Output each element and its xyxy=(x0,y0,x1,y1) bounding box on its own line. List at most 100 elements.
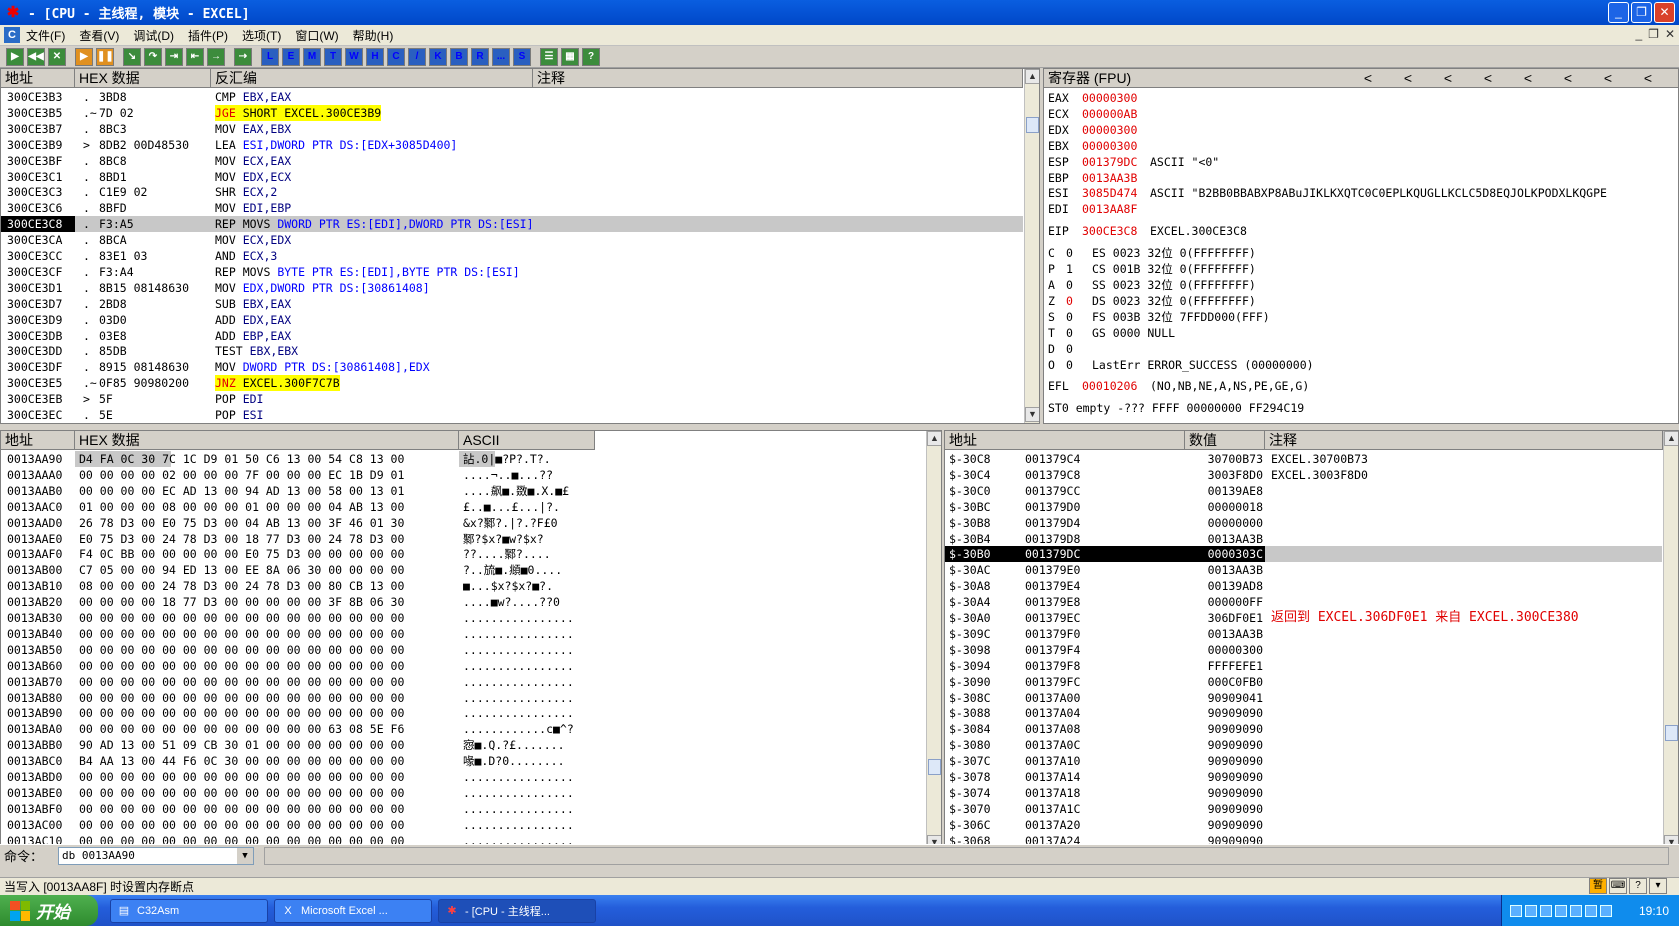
stack-row[interactable]: $-3084 00137A08 90909090 xyxy=(945,721,1662,737)
flag-row[interactable]: Z 0 DS 0023 32位 0(FFFFFFFF) xyxy=(1044,293,1256,309)
toolbar-button[interactable]: ▶ xyxy=(75,47,93,66)
disasm-row[interactable]: 300CE3DF. 8915 08148630 MOV DWORD PTR DS:[… xyxy=(1,359,1023,375)
scroll-left-arrow[interactable]: < xyxy=(1428,69,1468,87)
disasm-row[interactable]: 300CE3C3. C1E9 02 SHR ECX,2 xyxy=(1,184,1023,200)
toolbar-button[interactable]: ⇤ xyxy=(186,47,204,66)
dump-row[interactable]: 0013AAC0 01 00 00 00 08 00 00 00 01 00 00… xyxy=(1,499,595,515)
register-value[interactable]: 0013AA3B xyxy=(1082,170,1150,186)
minimize-button[interactable]: _ xyxy=(1608,2,1629,23)
register-value[interactable]: 001379DC xyxy=(1082,154,1150,170)
dump-row[interactable]: 0013AAB0 00 00 00 00 EC AD 13 00 94 AD 13… xyxy=(1,483,595,499)
toolbar-button[interactable]: ↷ xyxy=(144,47,162,66)
dump-row[interactable]: 0013AB10 08 00 00 00 24 78 D3 00 24 78 D3… xyxy=(1,578,595,594)
toolbar-button[interactable]: ❚❚ xyxy=(96,47,114,66)
flag-value[interactable]: 0 xyxy=(1066,357,1092,373)
stack-row[interactable]: $-30B4 001379D8 0013AA3B xyxy=(945,531,1662,547)
col-comment[interactable]: 注释 xyxy=(533,69,1023,87)
ime-button[interactable]: ⌨ xyxy=(1609,878,1627,894)
dump-row[interactable]: 0013AAD0 26 78 D3 00 E0 75 D3 00 04 AB 13… xyxy=(1,515,595,531)
stack-row[interactable]: $-30C0 001379CC 00139AE8 xyxy=(945,483,1662,499)
register-row[interactable]: EBX 00000300 xyxy=(1044,138,1664,154)
stack-row[interactable]: $-30B8 001379D4 00000000 xyxy=(945,515,1662,531)
disasm-scrollbar[interactable]: ▲ ▼ xyxy=(1024,69,1039,423)
col-comment[interactable]: 注释 xyxy=(1265,431,1663,449)
taskbar-item[interactable]: ▤ C32Asm xyxy=(110,898,268,923)
window-button-s[interactable]: S xyxy=(513,47,531,66)
menu-item[interactable]: 调试(D) xyxy=(133,27,174,44)
dump-row[interactable]: 0013ABE0 00 00 00 00 00 00 00 00 00 00 00… xyxy=(1,785,595,801)
register-row[interactable]: EDX 00000300 xyxy=(1044,122,1664,138)
taskbar-item[interactable]: X Microsoft Excel ... xyxy=(274,898,432,923)
dump-row[interactable]: 0013AB80 00 00 00 00 00 00 00 00 00 00 00… xyxy=(1,690,595,706)
window-button-w[interactable]: W xyxy=(345,47,363,66)
stack-row[interactable]: $-306C 00137A20 90909090 xyxy=(945,817,1662,833)
dump-row[interactable]: 0013AA90 D4 FA 0C 30 7C 1C D9 01 50 C6 13… xyxy=(1,451,595,467)
col-address[interactable]: 地址 xyxy=(945,431,1185,449)
menu-item[interactable]: 选项(T) xyxy=(242,27,281,44)
stack-row[interactable]: $-30B0 001379DC 0000303C xyxy=(945,546,1662,563)
window-button-l[interactable]: L xyxy=(261,47,279,66)
stack-row[interactable]: $-30C8 001379C4 30700B73 EXCEL.30700B73 xyxy=(945,451,1662,467)
flag-row[interactable]: D0 xyxy=(1044,341,1092,357)
dump-row[interactable]: 0013AB50 00 00 00 00 00 00 00 00 00 00 00… xyxy=(1,642,595,658)
disasm-row[interactable]: 300CE3EC. 5E POP ESI xyxy=(1,407,1023,423)
dump-row[interactable]: 0013AB40 00 00 00 00 00 00 00 00 00 00 00… xyxy=(1,626,595,642)
stack-row[interactable]: $-30C4 001379C8 3003F8D0 EXCEL.3003F8D0 xyxy=(945,467,1662,483)
window-button-b[interactable]: B xyxy=(450,47,468,66)
window-button-m[interactable]: M xyxy=(303,47,321,66)
disasm-row[interactable]: 300CE3B5 .~ 7D 02 JGE SHORT EXCEL.300CE3B9 xyxy=(1,104,1023,121)
toolbar-button[interactable]: ☰ xyxy=(540,47,558,66)
scroll-left-arrow[interactable]: < xyxy=(1508,69,1548,87)
toolbar-button[interactable]: ▶ xyxy=(6,47,24,66)
disasm-row[interactable]: 300CE3EB >5F POP EDI xyxy=(1,391,1023,407)
stack-row[interactable]: $-308C 00137A00 90909041 xyxy=(945,690,1662,706)
disasm-row[interactable]: 300CE3B7. 8BC3 MOV EAX,EBX xyxy=(1,121,1023,137)
dump-row[interactable]: 0013AB00 C7 05 00 00 94 ED 13 00 EE 8A 06… xyxy=(1,562,595,578)
register-row[interactable]: EDI 0013AA8F xyxy=(1044,201,1664,217)
disasm-row[interactable]: 300CE3E5 .~ 0F85 90980200 JNZ EXCEL.300F7C7… xyxy=(1,375,1023,392)
scroll-left-arrow[interactable]: < xyxy=(1548,69,1588,87)
scroll-left-arrow[interactable]: < xyxy=(1628,69,1668,87)
window-button-xxx[interactable]: ... xyxy=(492,47,510,66)
flag-value[interactable]: 0 xyxy=(1066,309,1092,325)
disasm-row[interactable]: 300CE3C8. F3:A5 REP MOVS DWORD PTR ES:[EDI… xyxy=(1,216,1023,233)
stack-row[interactable]: $-3088 00137A04 90909090 xyxy=(945,705,1662,721)
dump-row[interactable]: 0013AB70 00 00 00 00 00 00 00 00 00 00 00… xyxy=(1,674,595,690)
stack-row[interactable]: $-3090 001379FC 000C0FB0 xyxy=(945,674,1662,690)
register-row[interactable]: ESP 001379DC ASCII "<0" xyxy=(1044,154,1664,170)
stack-row[interactable]: $-30BC 001379D0 00000018 xyxy=(945,499,1662,515)
window-button-c[interactable]: C xyxy=(387,47,405,66)
stack-row[interactable]: $-307C 00137A10 90909090 xyxy=(945,753,1662,769)
flag-value[interactable]: 0 xyxy=(1066,293,1092,309)
scroll-left-arrow[interactable]: < xyxy=(1468,69,1508,87)
disasm-row[interactable]: 300CE3D9. 03D0 ADD EDX,EAX xyxy=(1,312,1023,328)
flag-row[interactable]: T 0 GS 0000 NULL xyxy=(1044,325,1175,341)
dump-row[interactable]: 0013ABD0 00 00 00 00 00 00 00 00 00 00 00… xyxy=(1,769,595,785)
chevron-down-icon[interactable]: ▼ xyxy=(237,847,253,864)
menu-item[interactable]: 文件(F) xyxy=(26,27,65,44)
dump-row[interactable]: 0013ABB0 90 AD 13 00 51 09 CB 30 01 00 00… xyxy=(1,737,595,753)
command-input[interactable]: db 0013AA90 ▼ xyxy=(58,846,254,865)
register-value[interactable]: 00000300 xyxy=(1082,138,1150,154)
col-disassembly[interactable]: 反汇编 xyxy=(211,69,533,87)
register-row[interactable]: EBP 0013AA3B xyxy=(1044,170,1664,186)
col-value[interactable]: 数值 xyxy=(1185,431,1265,449)
dump-scrollbar[interactable]: ▲ ▼ xyxy=(926,431,941,851)
stack-scrollbar[interactable]: ▲ ▼ xyxy=(1663,431,1678,851)
flag-value[interactable]: 1 xyxy=(1066,261,1092,277)
dump-row[interactable]: 0013AB30 00 00 00 00 00 00 00 00 00 00 00… xyxy=(1,610,595,626)
mdi-button[interactable]: ❐ xyxy=(1648,27,1659,41)
flag-value[interactable]: 0 xyxy=(1066,341,1092,357)
stack-row[interactable]: $-30A4 001379E8 000000FF xyxy=(945,594,1662,610)
menu-item[interactable]: 查看(V) xyxy=(79,27,119,44)
dump-row[interactable]: 0013AB90 00 00 00 00 00 00 00 00 00 00 00… xyxy=(1,705,595,721)
dump-row[interactable]: 0013ABF0 00 00 00 00 00 00 00 00 00 00 00… xyxy=(1,801,595,817)
col-ascii[interactable]: ASCII xyxy=(459,431,595,449)
stack-row[interactable]: $-30A8 001379E4 00139AD8 xyxy=(945,578,1662,594)
toolbar-button[interactable]: ✕ xyxy=(48,47,66,66)
register-value[interactable]: 00010206 xyxy=(1082,378,1150,394)
menu-item[interactable]: 窗口(W) xyxy=(295,27,338,44)
restore-button[interactable]: ❐ xyxy=(1631,2,1652,23)
ime-button[interactable]: 暂 xyxy=(1589,878,1607,894)
disasm-row[interactable]: 300CE3B3. 3BD8 CMP EBX,EAX xyxy=(1,89,1023,105)
